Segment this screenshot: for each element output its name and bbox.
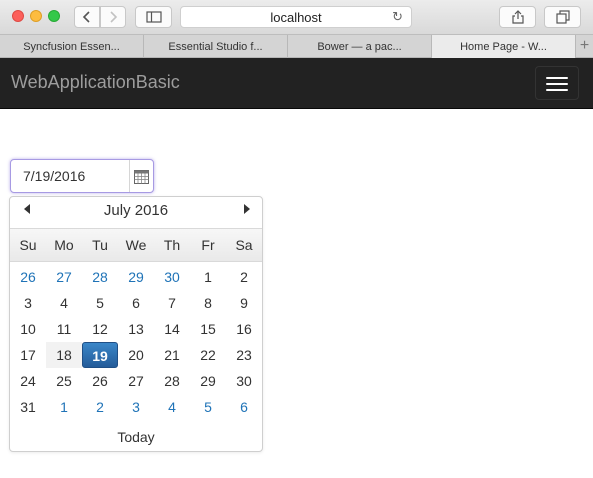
calendar-day[interactable]: 14 <box>154 316 190 342</box>
plus-icon: + <box>579 37 590 54</box>
chevron-left-icon <box>82 11 90 23</box>
next-month-button[interactable] <box>244 204 250 214</box>
calendar-day[interactable]: 23 <box>226 342 262 368</box>
calendar-week-row: 10 11 12 13 14 15 16 <box>10 316 262 342</box>
minimize-window-button[interactable] <box>30 10 42 22</box>
tab-label: Bower — a pac... <box>317 40 402 53</box>
new-tab-button[interactable]: + <box>576 35 593 57</box>
weekday-label: Tu <box>92 237 108 253</box>
calendar-day-other-month[interactable]: 29 <box>118 264 154 290</box>
back-button[interactable] <box>74 6 100 28</box>
calendar-days-grid: 26 27 28 29 30 1 2 3 4 5 6 7 8 9 10 11 12 13 14 15 16 17 18 19 2… <box>10 264 262 420</box>
date-picker-input[interactable]: 7/19/2016 <box>10 159 154 193</box>
calendar-day[interactable]: 17 <box>10 342 46 368</box>
calendar-day[interactable]: 3 <box>10 290 46 316</box>
calendar-day[interactable]: 1 <box>190 264 226 290</box>
browser-tab-active[interactable]: Home Page - W... <box>432 35 576 58</box>
browser-tab-strip: Syncfusion Essen... Essential Studio f..… <box>0 34 593 58</box>
weekday-label: Sa <box>235 237 253 253</box>
month-title[interactable]: July 2016 <box>10 202 262 219</box>
browser-titlebar: localhost ↻ <box>0 0 593 34</box>
calendar-day[interactable]: 28 <box>154 368 190 394</box>
calendar-day-other-month[interactable]: 3 <box>118 394 154 420</box>
calendar-day-other-month[interactable]: 26 <box>10 264 46 290</box>
calendar-day-other-month[interactable]: 5 <box>190 394 226 420</box>
weekday-label: Su <box>19 237 37 253</box>
browser-tab[interactable]: Essential Studio f... <box>144 35 288 58</box>
calendar-day[interactable]: 4 <box>46 290 82 316</box>
calendar-day[interactable]: 15 <box>190 316 226 342</box>
calendar-day[interactable]: 22 <box>190 342 226 368</box>
calendar-week-row: 17 18 19 20 21 22 23 <box>10 342 262 368</box>
calendar-header: July 2016 <box>10 197 262 227</box>
calendar-week-row: 31 1 2 3 4 5 6 <box>10 394 262 420</box>
share-icon <box>511 10 524 24</box>
calendar-week-row: 26 27 28 29 30 1 2 <box>10 264 262 290</box>
calendar-day[interactable]: 24 <box>10 368 46 394</box>
chevron-right-icon <box>110 11 118 23</box>
calendar-day[interactable]: 10 <box>10 316 46 342</box>
calendar-day[interactable]: 2 <box>226 264 262 290</box>
calendar-day[interactable]: 21 <box>154 342 190 368</box>
navbar-brand[interactable]: WebApplicationBasic <box>11 72 180 93</box>
calendar-day[interactable]: 27 <box>118 368 154 394</box>
weekday-header: Su Mo Tu We Th Fr Sa <box>10 228 262 262</box>
close-window-button[interactable] <box>12 10 24 22</box>
calendar-day[interactable]: 11 <box>46 316 82 342</box>
calendar-day-other-month[interactable]: 4 <box>154 394 190 420</box>
weekday-label: Mo <box>54 237 74 253</box>
show-sidebar-button[interactable] <box>135 6 172 28</box>
show-all-tabs-button[interactable] <box>544 6 581 28</box>
hamburger-icon <box>546 77 568 79</box>
calendar-day[interactable]: 9 <box>226 290 262 316</box>
calendar-day[interactable]: 6 <box>118 290 154 316</box>
calendar-day-other-month[interactable]: 30 <box>154 264 190 290</box>
today-button[interactable]: Today <box>10 429 262 445</box>
weekday-label: We <box>125 237 147 253</box>
browser-tab[interactable]: Syncfusion Essen... <box>0 35 144 58</box>
calendar-day[interactable]: 8 <box>190 290 226 316</box>
calendar-day[interactable]: 20 <box>118 342 154 368</box>
address-text: localhost <box>270 9 322 25</box>
forward-button[interactable] <box>100 6 126 28</box>
calendar-day-other-month[interactable]: 1 <box>46 394 82 420</box>
calendar-day[interactable]: 25 <box>46 368 82 394</box>
sidebar-icon <box>145 11 162 23</box>
tabs-icon <box>555 10 570 24</box>
navbar-toggle-button[interactable] <box>535 66 579 100</box>
tab-label: Home Page - W... <box>460 40 547 53</box>
calendar-day[interactable]: 5 <box>82 290 118 316</box>
calendar-week-row: 3456789 <box>10 290 262 316</box>
calendar-day-other-month[interactable]: 27 <box>46 264 82 290</box>
address-bar[interactable]: localhost ↻ <box>180 6 412 28</box>
browser-tab[interactable]: Bower — a pac... <box>288 35 432 58</box>
calendar-day[interactable]: 13 <box>118 316 154 342</box>
calendar-icon <box>134 169 149 184</box>
app-navbar: WebApplicationBasic <box>0 58 593 109</box>
calendar-day[interactable]: 7 <box>154 290 190 316</box>
calendar-day-selected[interactable]: 19 <box>82 342 118 368</box>
share-button[interactable] <box>499 6 536 28</box>
calendar-day[interactable]: 31 <box>10 394 46 420</box>
calendar-day-other-month[interactable]: 28 <box>82 264 118 290</box>
calendar-day-other-month[interactable]: 6 <box>226 394 262 420</box>
calendar-week-row: 24 25 26 27 28 29 30 <box>10 368 262 394</box>
date-value[interactable]: 7/19/2016 <box>23 168 85 184</box>
weekday-label: Th <box>163 237 181 253</box>
calendar-day[interactable]: 16 <box>226 316 262 342</box>
tab-label: Essential Studio f... <box>168 40 263 53</box>
calendar-day-other-month[interactable]: 2 <box>82 394 118 420</box>
calendar-popup: July 2016 Su Mo Tu We Th Fr Sa 26 27 28 29 30 1 2 3 4 5… <box>9 196 263 452</box>
calendar-day-today[interactable]: 18 <box>46 342 82 368</box>
calendar-day[interactable]: 26 <box>82 368 118 394</box>
calendar-day[interactable]: 29 <box>190 368 226 394</box>
zoom-window-button[interactable] <box>48 10 60 22</box>
reload-icon[interactable]: ↻ <box>392 9 403 25</box>
calendar-day[interactable]: 30 <box>226 368 262 394</box>
weekday-label: Fr <box>201 237 215 253</box>
tab-label: Syncfusion Essen... <box>23 40 120 53</box>
calendar-day[interactable]: 12 <box>82 316 118 342</box>
calendar-toggle-button[interactable] <box>129 160 153 192</box>
